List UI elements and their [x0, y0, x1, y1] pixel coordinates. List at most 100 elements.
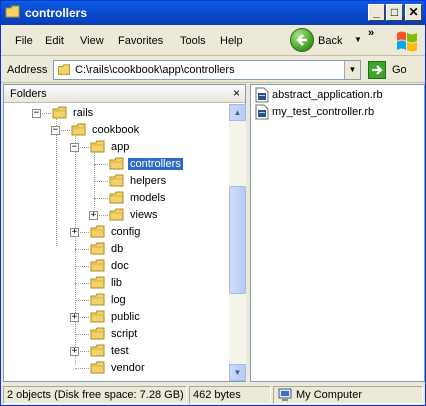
folder-icon — [109, 208, 124, 221]
window-title: controllers — [25, 6, 88, 20]
folder-icon — [109, 174, 124, 187]
windows-logo-icon — [397, 31, 417, 52]
go-button[interactable]: Go — [368, 61, 422, 79]
minimize-button[interactable]: _ — [368, 4, 385, 21]
maximize-button[interactable]: □ — [386, 4, 403, 21]
tree-item[interactable]: script — [4, 326, 229, 343]
ruby-file-icon — [255, 104, 269, 120]
folder-icon — [90, 327, 105, 340]
tree-item-label: cookbook — [92, 124, 140, 136]
menu-view[interactable]: View — [80, 35, 104, 47]
status-bar: 2 objects (Disk free space: 7.28 GB) 462… — [1, 384, 425, 406]
folder-icon — [71, 123, 86, 136]
folders-header: Folders × — [4, 85, 245, 103]
file-list: abstract_application.rb my_test_controll… — [250, 84, 425, 382]
tree-item-label: test — [111, 345, 129, 357]
tree-item[interactable]: + views — [4, 207, 229, 224]
folder-icon — [52, 106, 67, 119]
back-arrow-icon — [290, 28, 314, 52]
folder-tree: − rails − cookbook − app controllers helpers mod… — [4, 104, 229, 381]
tree-item-label: rails — [73, 107, 94, 119]
computer-icon — [278, 388, 292, 401]
folder-icon — [90, 361, 105, 374]
tree-item-label: helpers — [130, 175, 167, 187]
back-button[interactable]: Back ▼ — [290, 28, 366, 53]
tree-item[interactable]: db — [4, 241, 229, 258]
address-label: Address — [7, 64, 48, 76]
file-name: abstract_application.rb — [272, 89, 383, 101]
folders-pane: Folders × − rails − cookbook − app controllers… — [3, 84, 246, 382]
expand-icon[interactable]: + — [70, 347, 79, 356]
folder-icon — [109, 191, 124, 204]
expand-icon[interactable]: + — [70, 313, 79, 322]
back-dropdown-icon[interactable]: ▼ — [354, 35, 362, 44]
menu-help[interactable]: Help — [220, 35, 243, 47]
folder-icon — [90, 225, 105, 238]
folder-icon — [90, 276, 105, 289]
tree-item[interactable]: + test — [4, 343, 229, 360]
folder-icon — [5, 5, 20, 18]
expand-icon[interactable]: + — [70, 228, 79, 237]
explorer-window: controllers _ □ ✕ File Edit View Favorit… — [0, 0, 426, 406]
scroll-down-icon[interactable]: ▼ — [229, 364, 246, 381]
folder-icon — [90, 242, 105, 255]
menu-favorites[interactable]: Favorites — [118, 35, 163, 47]
tree-item[interactable]: log — [4, 292, 229, 309]
menu-bar: File Edit View Favorites Tools Help Back… — [1, 25, 425, 56]
back-label: Back — [318, 35, 343, 47]
tree-item-label: models — [130, 192, 166, 204]
folder-icon — [90, 293, 105, 306]
tree-item-label: controllers — [127, 157, 184, 171]
expand-icon[interactable]: + — [89, 211, 98, 220]
ruby-file-icon — [255, 87, 269, 103]
folder-icon — [90, 344, 105, 357]
address-dropdown-icon[interactable]: ▼ — [344, 61, 360, 79]
tree-item-label: views — [130, 209, 158, 221]
scroll-up-icon[interactable]: ▲ — [229, 104, 246, 121]
tree-item[interactable]: + public — [4, 309, 229, 326]
collapse-icon[interactable]: − — [70, 143, 79, 152]
menu-tools[interactable]: Tools — [180, 35, 206, 47]
menu-edit[interactable]: Edit — [45, 35, 64, 47]
tree-item[interactable]: lib — [4, 275, 229, 292]
title-bar[interactable]: controllers _ □ ✕ — [1, 1, 425, 25]
tree-item-label: vendor — [111, 362, 145, 374]
tree-item[interactable]: helpers — [4, 173, 229, 190]
status-objects: 2 objects (Disk free space: 7.28 GB) — [3, 386, 187, 404]
close-button[interactable]: ✕ — [405, 4, 422, 21]
go-label: Go — [392, 64, 407, 76]
collapse-icon[interactable]: − — [51, 126, 60, 135]
tree-item-label: log — [111, 294, 126, 306]
menu-file[interactable]: File — [15, 35, 33, 47]
tree-item-label: public — [111, 311, 140, 323]
address-bar: Address C:\rails\cookbook\app\controller… — [1, 57, 425, 83]
tree-item[interactable]: doc — [4, 258, 229, 275]
tree-item[interactable]: controllers — [4, 156, 229, 173]
go-arrow-icon — [368, 61, 386, 79]
tree-item[interactable]: − rails — [4, 105, 229, 122]
folders-scrollbar[interactable]: ▲ ▼ — [229, 104, 246, 381]
open-folder-icon — [109, 157, 124, 170]
tree-item-label: script — [111, 328, 138, 340]
tree-item-label: doc — [111, 260, 129, 272]
folder-icon — [90, 310, 105, 323]
close-pane-icon[interactable]: × — [233, 86, 240, 100]
tree-item[interactable]: models — [4, 190, 229, 207]
address-value: C:\rails\cookbook\app\controllers — [75, 64, 235, 76]
folders-title: Folders — [10, 88, 47, 100]
tree-item[interactable]: − cookbook — [4, 122, 229, 139]
toolbar-overflow-icon[interactable]: » — [368, 27, 374, 39]
tree-item[interactable]: vendor — [4, 360, 229, 377]
collapse-icon[interactable]: − — [32, 109, 41, 118]
folder-icon — [58, 64, 71, 75]
tree-item[interactable]: − app — [4, 139, 229, 156]
tree-item-label: config — [111, 226, 141, 238]
tree-item[interactable]: + config — [4, 224, 229, 241]
scroll-thumb[interactable] — [229, 186, 246, 294]
address-input[interactable]: C:\rails\cookbook\app\controllers ▼ — [53, 60, 361, 80]
tree-item-label: db — [111, 243, 124, 255]
tree-item-label: app — [111, 141, 130, 153]
status-location: My Computer — [273, 386, 423, 404]
file-name: my_test_controller.rb — [272, 106, 375, 118]
status-size: 462 bytes — [189, 386, 271, 404]
